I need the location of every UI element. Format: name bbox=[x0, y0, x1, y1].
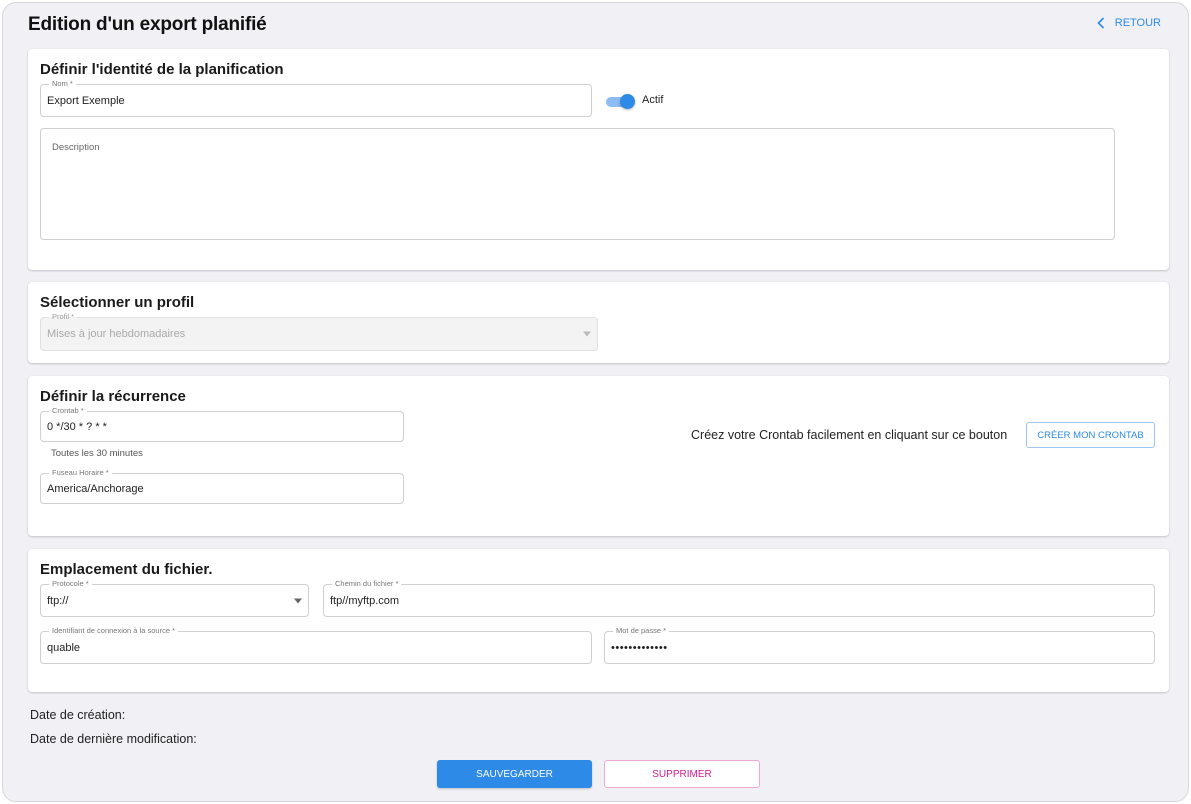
timezone-field[interactable]: Fuseau Horaire * America/Anchorage bbox=[40, 468, 404, 504]
path-field[interactable]: Chemin du fichier * ftp//myftp.com bbox=[323, 579, 1155, 617]
description-placeholder: Description bbox=[52, 142, 100, 153]
login-field[interactable]: Identifiant de connexion à la source * q… bbox=[40, 626, 592, 664]
crontab-label: Crontab * bbox=[49, 406, 87, 416]
password-value: ••••••••••••• bbox=[611, 641, 668, 654]
name-value: Export Exemple bbox=[47, 94, 125, 107]
back-label: RETOUR bbox=[1114, 17, 1161, 29]
create-crontab-button[interactable]: CRÉER MON CRONTAB bbox=[1026, 422, 1155, 448]
password-label: Mot de passe * bbox=[613, 626, 670, 636]
app-frame: Edition d'un export planifié RETOUR Défi… bbox=[2, 2, 1189, 802]
location-card: Emplacement du fichier. Protocole * ftp:… bbox=[28, 549, 1169, 692]
modification-date-label: Date de dernière modification: bbox=[30, 732, 197, 746]
location-title: Emplacement du fichier. bbox=[40, 561, 213, 578]
login-value: quable bbox=[47, 641, 81, 654]
path-value: ftp//myftp.com bbox=[330, 594, 400, 607]
description-field[interactable]: Description bbox=[40, 128, 1115, 240]
timezone-label: Fuseau Horaire * bbox=[49, 468, 112, 478]
password-field[interactable]: Mot de passe * ••••••••••••• bbox=[604, 626, 1155, 664]
name-label: Nom * bbox=[49, 79, 76, 89]
login-label: Identifiant de connexion à la source * bbox=[49, 626, 178, 636]
protocol-value: ftp:// bbox=[47, 594, 69, 607]
recurrence-title: Définir la récurrence bbox=[40, 388, 186, 405]
profile-value: Mises à jour hebdomadaires bbox=[47, 328, 186, 340]
save-button[interactable]: SAUVEGARDER bbox=[437, 760, 592, 788]
name-field[interactable]: Nom * Export Exemple bbox=[40, 79, 592, 117]
crontab-value: 0 */30 * ? * * bbox=[47, 420, 107, 433]
delete-button[interactable]: SUPPRIMER bbox=[604, 760, 760, 788]
crontab-builder-text: Créez votre Crontab facilement en cliqua… bbox=[691, 428, 1008, 442]
page-title: Edition d'un export planifié bbox=[28, 14, 267, 35]
chevron-down-icon bbox=[294, 598, 302, 603]
timezone-value: America/Anchorage bbox=[47, 482, 144, 495]
identity-title: Définir l'identité de la planification bbox=[40, 61, 284, 78]
profile-select[interactable]: Profil * Mises à jour hebdomadaires bbox=[40, 312, 598, 351]
active-toggle[interactable] bbox=[606, 94, 636, 109]
chevron-left-icon bbox=[1097, 17, 1104, 29]
crontab-helper: Toutes les 30 minutes bbox=[51, 448, 143, 459]
crontab-field[interactable]: Crontab * 0 */30 * ? * * bbox=[40, 406, 404, 442]
identity-card: Définir l'identité de la planification N… bbox=[28, 49, 1169, 270]
creation-date-label: Date de création: bbox=[30, 708, 126, 722]
profile-title: Sélectionner un profil bbox=[40, 294, 195, 311]
toggle-knob bbox=[620, 94, 635, 109]
recurrence-card: Définir la récurrence Crontab * 0 */30 *… bbox=[28, 376, 1169, 536]
profile-label: Profil * bbox=[49, 312, 78, 322]
profile-card: Sélectionner un profil Profil * Mises à … bbox=[28, 282, 1169, 363]
active-label: Actif bbox=[642, 94, 664, 106]
chevron-down-icon bbox=[583, 331, 591, 337]
protocol-label: Protocole * bbox=[49, 579, 92, 589]
back-button[interactable]: RETOUR bbox=[1097, 17, 1161, 29]
protocol-select[interactable]: Protocole * ftp:// bbox=[40, 579, 309, 617]
path-label: Chemin du fichier * bbox=[332, 579, 402, 589]
